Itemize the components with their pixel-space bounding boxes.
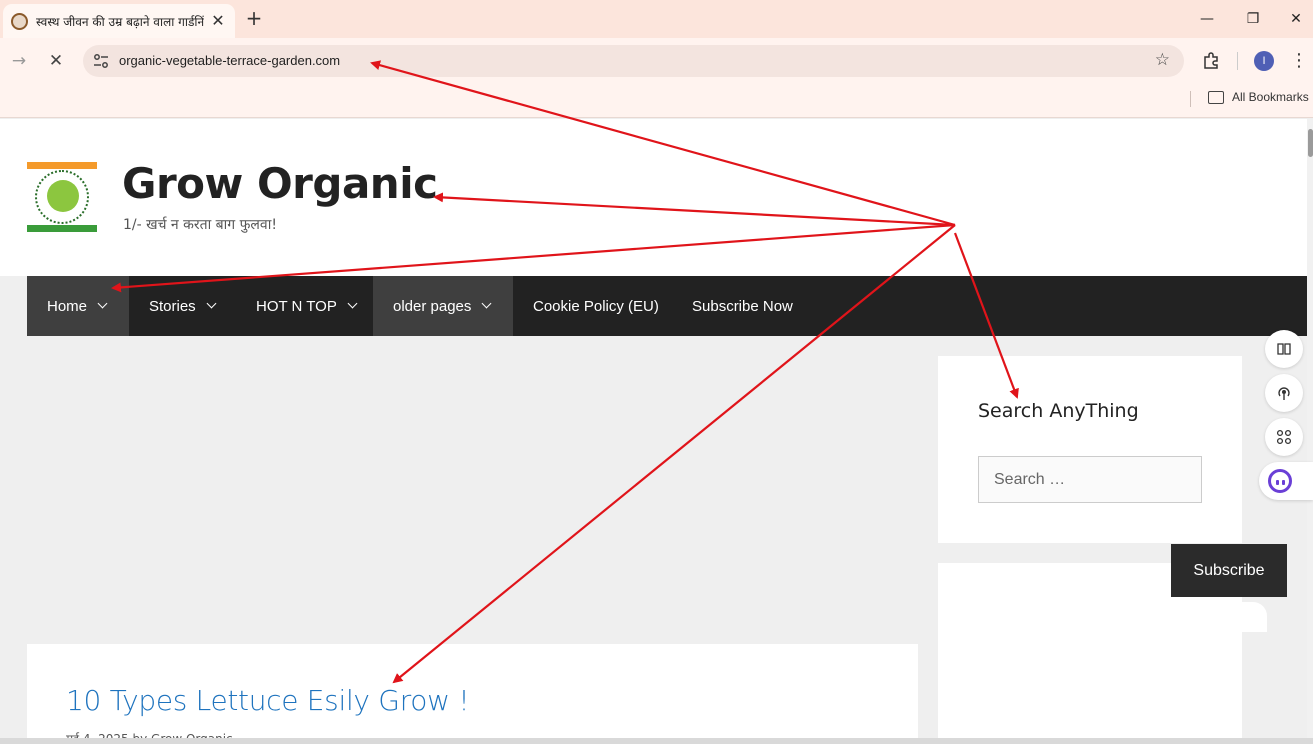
floating-panel-edge [1112,602,1267,632]
minimize-button[interactable]: — [1196,9,1218,29]
extensions-icon[interactable] [1201,50,1221,70]
nav-item-home[interactable]: Home [27,276,129,336]
taskbar-strip [0,738,1313,744]
tab-bar: स्वस्थ जीवन की उम्र बढ़ाने वाला गार्डनिं… [0,0,1313,38]
chevron-down-icon [347,298,358,309]
search-widget-title: Search AnyThing [978,400,1139,422]
assistant-eye-left [1276,480,1279,485]
toolbar-divider [1237,52,1238,70]
bookmarks-bar: All Bookmarks [0,84,1313,118]
profile-avatar[interactable]: I [1254,51,1274,71]
bookmark-star-icon[interactable]: ☆ [1155,50,1170,70]
tab-close-icon[interactable]: ✕ [209,12,227,30]
logo-emblem [47,180,79,212]
main-navigation: Home Stories HOT N TOP older pages Cooki… [27,276,1307,336]
scrollbar-thumb[interactable] [1308,129,1313,157]
web-page: Grow Organic 1/- खर्च न करता बाग फुलवा! … [0,119,1307,744]
browser-menu-icon[interactable]: ⋮ [1290,49,1308,73]
maximize-button[interactable]: ❐ [1242,9,1264,29]
bookmarks-divider [1190,91,1191,107]
forward-button[interactable]: → [8,50,30,72]
nav-item-cookie-policy[interactable]: Cookie Policy (EU) [513,276,679,336]
chevron-down-icon [97,298,108,309]
assistant-eye-right [1282,480,1285,485]
chevron-down-icon [481,298,492,309]
nav-item-hot-n-top[interactable]: HOT N TOP [236,276,376,336]
site-logo[interactable] [27,162,97,232]
nav-item-label: Stories [149,297,196,315]
nav-item-label: Subscribe Now [692,297,793,315]
post-card: 10 Types Lettuce Esily Grow ! मई 4, 2025… [27,644,918,744]
tab-title: स्वस्थ जीवन की उम्र बढ़ाने वाला गार्डनिं… [36,14,204,29]
podcast-icon[interactable] [1265,374,1303,412]
address-bar[interactable]: organic-vegetable-terrace-garden.com ☆ [83,45,1184,77]
all-bookmarks-link[interactable]: All Bookmarks [1232,90,1309,104]
nav-item-older-pages[interactable]: older pages [373,276,513,336]
logo-saffron-band [27,162,97,169]
nav-item-stories[interactable]: Stories [129,276,235,336]
nav-item-label: Cookie Policy (EU) [533,297,659,315]
new-tab-button[interactable]: + [244,8,264,28]
nav-item-label: Home [47,297,88,315]
browser-side-tools [1259,330,1313,500]
assistant-face [1268,469,1292,493]
folder-icon[interactable] [1208,91,1224,104]
browser-toolbar: → ✕ organic-vegetable-terrace-garden.com… [0,38,1313,84]
site-info-icon[interactable] [91,51,111,71]
apps-icon[interactable] [1265,418,1303,456]
url-text[interactable]: organic-vegetable-terrace-garden.com [119,53,340,68]
nav-item-label: older pages [393,297,472,315]
close-window-button[interactable]: ✕ [1285,9,1307,29]
logo-green-band [27,225,97,232]
nav-item-subscribe-now[interactable]: Subscribe Now [672,276,813,336]
site-title[interactable]: Grow Organic [122,159,438,208]
reading-mode-icon[interactable] [1265,330,1303,368]
browser-tab-active[interactable]: स्वस्थ जीवन की उम्र बढ़ाने वाला गार्डनिं… [3,4,235,38]
nav-item-label: HOT N TOP [256,297,337,315]
post-title-link[interactable]: 10 Types Lettuce Esily Grow ! [66,684,470,717]
site-header: Grow Organic 1/- खर्च न करता बाग फुलवा! [0,119,1307,276]
subscribe-button[interactable]: Subscribe [1171,544,1287,597]
search-widget: Search AnyThing Search … [938,356,1242,543]
chevron-down-icon [206,298,217,309]
search-input[interactable]: Search … [978,456,1202,503]
stop-loading-button[interactable]: ✕ [45,50,67,72]
favicon-icon [11,12,28,30]
site-tagline: 1/- खर्च न करता बाग फुलवा! [123,217,277,233]
assistant-icon[interactable] [1259,462,1313,500]
